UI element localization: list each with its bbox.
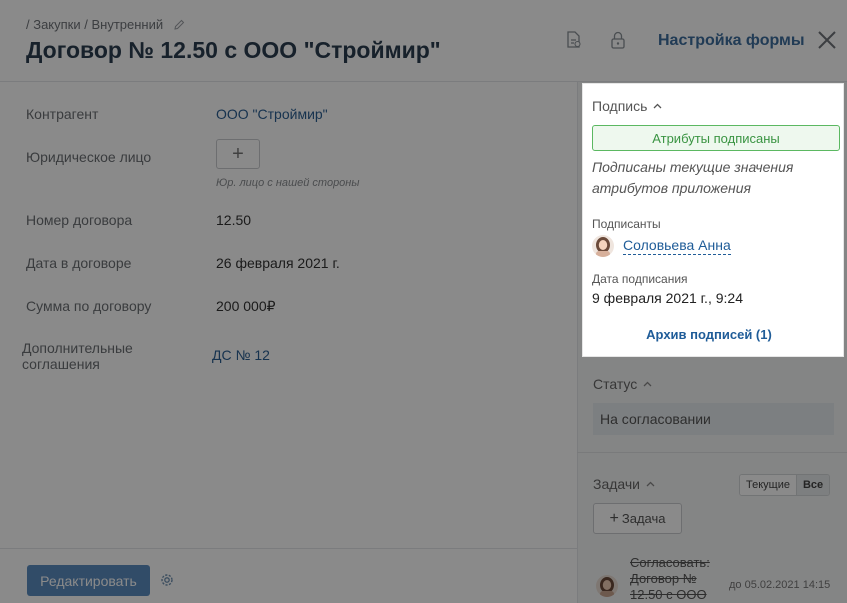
task-item-text[interactable]: Согласовать: Договор № 12.50 с ООО (630, 555, 718, 603)
contract-number-value: 12.50 (216, 212, 252, 228)
signer-name-link[interactable]: Соловьева Анна (623, 237, 731, 255)
filter-current-button[interactable]: Текущие (740, 475, 796, 495)
add-task-label: Задача (621, 511, 666, 526)
task-assignee-avatar (596, 575, 618, 597)
sign-date-label: Дата подписания (592, 272, 688, 286)
chevron-up-icon (646, 481, 655, 487)
breadcrumb: / Закупки / Внутренний (26, 17, 185, 32)
close-icon[interactable] (816, 29, 838, 51)
tasks-title: Задачи (593, 476, 641, 492)
signer-entry: Соловьева Анна (592, 235, 731, 257)
signature-archive-link[interactable]: Архив подписей (1) (583, 327, 835, 342)
breadcrumb-text[interactable]: / Закупки / Внутренний (26, 17, 163, 32)
additional-agreements-label-line2: соглашения (22, 356, 100, 372)
plus-icon: + (609, 509, 619, 527)
legal-entity-hint: Юр. лицо с нашей стороны (216, 177, 360, 189)
sign-date-value: 9 февраля 2021 г., 9:24 (592, 290, 743, 306)
chevron-up-icon (643, 381, 652, 387)
legal-entity-label: Юридическое лицо (26, 149, 152, 165)
document-sign-icon[interactable] (565, 30, 583, 50)
signature-panel: Подпись Атрибуты подписаны Подписаны тек… (583, 84, 843, 356)
chevron-up-icon (653, 103, 662, 109)
filter-all-button[interactable]: Все (795, 475, 830, 495)
task-item-due: до 05.02.2021 14:15 (729, 579, 831, 591)
signers-label: Подписанты (592, 217, 661, 231)
contract-sum-label: Сумма по договору (26, 298, 152, 314)
tasks-section-header[interactable]: Задачи (593, 476, 655, 492)
form-settings-link[interactable]: Настройка формы (658, 32, 805, 50)
pencil-icon[interactable] (173, 19, 185, 31)
signed-status-badge: Атрибуты подписаны (592, 125, 840, 151)
contract-number-label: Номер договора (26, 212, 133, 228)
add-legal-entity-button[interactable]: + (216, 139, 260, 169)
add-task-button[interactable]: + Задача (593, 503, 682, 534)
additional-agreements-value[interactable]: ДС № 12 (212, 347, 270, 363)
contract-date-value: 26 февраля 2021 г. (216, 255, 340, 271)
contract-sum-value: 200 000₽ (216, 298, 276, 314)
status-title: Статус (593, 376, 638, 392)
additional-agreements-label: Дополнительные соглашения (22, 340, 133, 372)
contract-date-label: Дата в договоре (26, 255, 132, 271)
page-title: Договор № 12.50 с ООО "Строймир" (26, 37, 441, 63)
signature-section-header[interactable]: Подпись (592, 98, 662, 114)
page-header: / Закупки / Внутренний Договор № 12.50 с… (0, 0, 847, 82)
tasks-filter: Текущие Все (739, 474, 831, 496)
sidebar-divider (577, 452, 847, 453)
edit-button[interactable]: Редактировать (27, 565, 150, 596)
signed-note: Подписаны текущие значения атрибутов при… (592, 159, 794, 196)
contractor-label: Контрагент (26, 106, 99, 122)
signature-title: Подпись (592, 98, 648, 114)
status-value: На согласовании (593, 403, 834, 435)
gear-icon[interactable] (159, 572, 175, 588)
status-section-header[interactable]: Статус (593, 376, 652, 392)
lock-icon[interactable] (609, 30, 627, 50)
additional-agreements-label-line1: Дополнительные (22, 340, 133, 356)
avatar (592, 235, 614, 257)
contractor-value[interactable]: ООО "Строймир" (216, 106, 328, 122)
